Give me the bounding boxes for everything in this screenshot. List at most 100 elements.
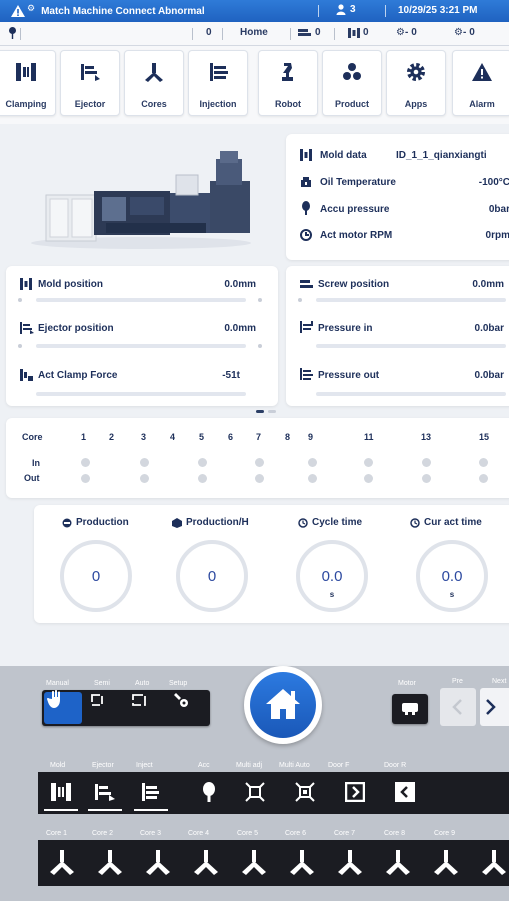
mode-label-auto: Auto (135, 680, 150, 687)
core-number: 2 (109, 432, 115, 442)
setup-mode-button[interactable] (170, 692, 208, 724)
door-front-function-button[interactable] (334, 774, 376, 812)
nav-clamping[interactable]: Clamping (0, 50, 56, 116)
core-number: 5 (199, 432, 205, 442)
home-button[interactable] (244, 666, 322, 744)
nav-injection[interactable]: Injection (188, 50, 248, 116)
nav-ejector[interactable]: Ejector (60, 50, 120, 116)
clock-icon (298, 517, 308, 528)
core-number: 15 (479, 432, 490, 442)
screw-count: 0 (315, 27, 321, 38)
mode-selector (42, 690, 210, 726)
core-b-counter: ⚙- 0 (454, 27, 475, 38)
production-icon (62, 518, 72, 527)
divider (385, 5, 386, 17)
func-label: Ejector (92, 762, 114, 769)
status-bar: ⚙ Match Machine Connect Abnormal 3 10/29… (0, 0, 509, 22)
semi-mode-button[interactable] (86, 692, 124, 724)
core-icon (290, 850, 314, 875)
door-rear-function-button[interactable] (384, 774, 426, 812)
previous-button[interactable] (440, 688, 476, 726)
core-9-button[interactable] (422, 842, 470, 884)
divider (20, 28, 21, 40)
auto-mode-button[interactable] (128, 692, 166, 724)
user-count: 3 (350, 4, 356, 15)
pressure-in-label: Pressure in (318, 323, 373, 334)
nav-cores[interactable]: Cores (124, 50, 184, 116)
page-dot-active[interactable] (256, 410, 264, 413)
mold-icon (300, 149, 312, 161)
func-label: Door F (328, 762, 350, 769)
stat-production-title: Production (62, 517, 129, 528)
core-out-indicator (364, 474, 373, 483)
nav-label: Robot (275, 99, 301, 109)
core-icon: ⚙- (454, 27, 467, 38)
function-button-strip (38, 772, 509, 814)
core-3-button[interactable] (134, 842, 182, 884)
home-link[interactable]: Home (240, 27, 268, 38)
next-button[interactable] (480, 688, 509, 726)
clock-icon (410, 517, 420, 528)
screw-position-bar (316, 298, 506, 302)
core-out-indicator (81, 474, 90, 483)
ejector-icon (95, 784, 115, 801)
nav-alarm[interactable]: Alarm (452, 50, 509, 116)
func-label: Multi Auto (279, 762, 310, 769)
core-out-indicator (140, 474, 149, 483)
page-dot[interactable] (268, 410, 276, 413)
divider (334, 28, 335, 40)
mold-position-value: 0.0mm (224, 279, 256, 290)
nav-product[interactable]: Product (322, 50, 382, 116)
core-out-indicator (255, 474, 264, 483)
slider-min-dot (298, 298, 302, 302)
core-4-button[interactable] (182, 842, 230, 884)
core-number: 8 (285, 432, 291, 442)
mold-icon (348, 27, 360, 38)
mode-label-setup: Setup (169, 680, 188, 687)
mold-info-card: Mold data ID_1_1_qianxiangti Oil Tempera… (286, 134, 509, 260)
core-10-button[interactable] (470, 842, 509, 884)
core-icon: ⚙- (396, 27, 409, 38)
pressure-out-bar (316, 392, 506, 396)
acc-function-button[interactable] (188, 774, 230, 812)
slider-max-dot (258, 298, 262, 302)
pre-label: Pre (452, 678, 463, 685)
nav-label: Alarm (469, 99, 495, 109)
ejector-function-button[interactable] (84, 774, 126, 812)
manual-mode-button[interactable] (44, 690, 82, 724)
inject-function-button[interactable] (130, 774, 172, 812)
core-in-indicator (198, 458, 207, 467)
user-indicator[interactable]: 3 (336, 4, 356, 15)
core-out-indicator (479, 474, 488, 483)
core-5-button[interactable] (230, 842, 278, 884)
mold-function-button[interactable] (40, 774, 82, 812)
core-in-indicator (255, 458, 264, 467)
nav-label: Apps (404, 99, 428, 109)
status-title: Match Machine Connect Abnormal (41, 5, 205, 17)
core-6-button[interactable] (278, 842, 326, 884)
core-header: Core (22, 432, 43, 442)
pressure-out-icon (300, 368, 313, 380)
inject-progress (134, 809, 168, 811)
multi-adj-function-button[interactable] (234, 774, 276, 812)
core-2-button[interactable] (86, 842, 134, 884)
core-7-button[interactable] (326, 842, 374, 884)
multi-adjust-icon (245, 782, 265, 802)
cycle-time-value: 0.0 (321, 568, 343, 585)
nav-robot[interactable]: Robot (258, 50, 318, 116)
multi-auto-function-button[interactable] (284, 774, 326, 812)
core-in-indicator (81, 458, 90, 467)
cycle-time-unit: s (329, 590, 335, 599)
core-number: 11 (364, 432, 374, 442)
core-8-button[interactable] (374, 842, 422, 884)
slider-min-dot (18, 298, 22, 302)
pressure-in-bar (316, 344, 506, 348)
pressure-out-label: Pressure out (318, 370, 380, 381)
core-number: 3 (141, 432, 147, 442)
pin-icon[interactable] (8, 26, 17, 40)
motor-button[interactable] (392, 694, 428, 724)
chevron-right-icon (486, 699, 496, 715)
core-1-button[interactable] (38, 842, 86, 884)
pressure-in-icon (300, 321, 313, 333)
nav-apps[interactable]: Apps (386, 50, 446, 116)
